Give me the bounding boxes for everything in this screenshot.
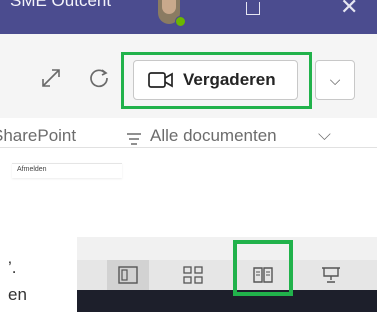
slide-show-button[interactable] (310, 260, 352, 290)
meet-highlight-box (121, 52, 312, 109)
slide-show-icon (322, 267, 340, 283)
refresh-icon[interactable] (87, 66, 111, 94)
slide-area (77, 290, 377, 312)
expand-icon[interactable] (40, 67, 62, 93)
title-bar: SME Outcent (0, 0, 377, 34)
chevron-down-icon: ⌵ (329, 71, 341, 88)
body-text-fragment: ’. (8, 258, 17, 277)
body-text-fragment: en (8, 285, 27, 304)
meet-dropdown-button[interactable]: ⌵ (315, 60, 355, 100)
presence-badge (175, 16, 186, 27)
close-icon[interactable]: ✕ (340, 0, 358, 20)
restore-icon[interactable] (246, 2, 260, 15)
reading-view-highlight-box (233, 240, 293, 296)
slide-sorter-icon (183, 266, 203, 284)
slide-sorter-button[interactable] (172, 260, 214, 290)
normal-view-icon (118, 266, 138, 284)
tab-all-documents[interactable]: Alle documenten (150, 126, 277, 145)
window-title: SME Outcent (10, 0, 112, 10)
signout-link[interactable]: Afmelden (17, 166, 47, 173)
tabs-row: SharePoint Alle documenten ⌵ (0, 121, 377, 145)
chevron-down-icon[interactable]: ⌵ (318, 125, 331, 145)
tab-sharepoint[interactable]: SharePoint (0, 126, 76, 145)
view-bar-top (77, 237, 377, 260)
filter-icon[interactable] (126, 132, 142, 145)
normal-view-button[interactable] (107, 260, 149, 290)
divider (0, 147, 377, 148)
